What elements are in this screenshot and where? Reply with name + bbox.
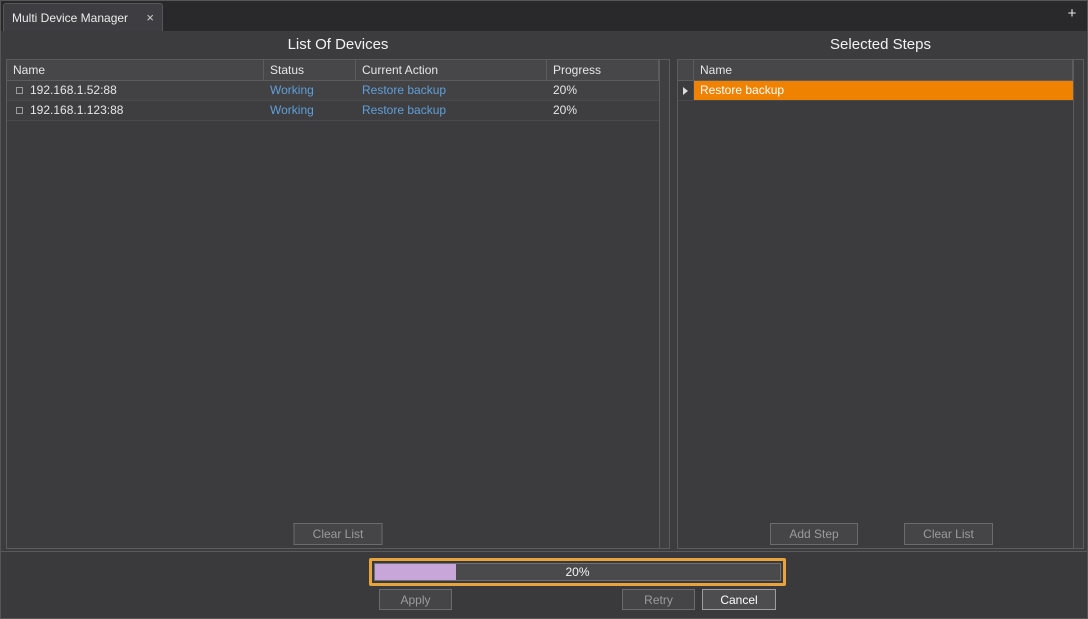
- device-row-1[interactable]: 192.168.1.52:88 Working Restore backup 2…: [7, 81, 659, 101]
- current-row-gutter: [678, 81, 694, 100]
- current-row-arrow-icon: [683, 87, 688, 95]
- devices-scrollbar[interactable]: [659, 60, 669, 548]
- steps-panel-title: Selected Steps: [677, 31, 1084, 59]
- step-name-cell: Restore backup: [694, 81, 1073, 100]
- apply-button[interactable]: Apply: [379, 589, 452, 610]
- device-name-cell: 192.168.1.52:88: [7, 81, 264, 100]
- device-name: 192.168.1.123:88: [30, 103, 123, 117]
- devices-clear-list-button[interactable]: Clear List: [294, 523, 383, 545]
- device-status-cell: Working: [264, 81, 356, 100]
- tab-title: Multi Device Manager: [12, 11, 140, 25]
- cancel-button[interactable]: Cancel: [702, 589, 776, 610]
- steps-clear-list-button[interactable]: Clear List: [904, 523, 993, 545]
- column-header-step-name[interactable]: Name: [694, 60, 1073, 80]
- devices-panel: Name Status Current Action Progress 192.…: [6, 59, 670, 549]
- device-status-cell: Working: [264, 101, 356, 120]
- column-header-status[interactable]: Status: [264, 60, 356, 80]
- multi-device-manager-window: Multi Device Manager × + List Of Devices…: [0, 0, 1088, 619]
- tab-bar: Multi Device Manager × +: [1, 1, 1087, 31]
- overall-progress-bar: 20%: [374, 563, 781, 581]
- column-header-name[interactable]: Name: [7, 60, 264, 80]
- tab-multi-device-manager[interactable]: Multi Device Manager ×: [3, 3, 163, 31]
- device-name: 192.168.1.52:88: [30, 83, 117, 97]
- retry-button[interactable]: Retry: [622, 589, 695, 610]
- new-tab-button[interactable]: +: [1063, 5, 1081, 23]
- tab-close-icon[interactable]: ×: [146, 10, 154, 25]
- footer-bar: 20% Apply Retry Cancel: [1, 551, 1087, 618]
- steps-scrollbar[interactable]: [1073, 60, 1083, 548]
- devices-table-header: Name Status Current Action Progress: [7, 60, 659, 81]
- column-header-current-action[interactable]: Current Action: [356, 60, 547, 80]
- add-step-button[interactable]: Add Step: [770, 523, 858, 545]
- device-name-cell: 192.168.1.123:88: [7, 101, 264, 120]
- device-progress-cell: 20%: [547, 101, 659, 120]
- device-progress-cell: 20%: [547, 81, 659, 100]
- row-expander-icon[interactable]: [16, 87, 23, 94]
- device-action-cell: Restore backup: [356, 101, 547, 120]
- row-expander-icon[interactable]: [16, 107, 23, 114]
- step-row-1[interactable]: Restore backup: [678, 81, 1073, 101]
- device-action-cell: Restore backup: [356, 81, 547, 100]
- steps-table-header: Name: [678, 60, 1073, 81]
- device-row-2[interactable]: 192.168.1.123:88 Working Restore backup …: [7, 101, 659, 121]
- progress-percent-label: 20%: [375, 564, 780, 580]
- steps-panel: Name Restore backup Add Step Clear List: [677, 59, 1084, 549]
- steps-header-gutter: [678, 60, 694, 80]
- column-header-progress[interactable]: Progress: [547, 60, 659, 80]
- content-area: List Of Devices Selected Steps Name Stat…: [1, 31, 1087, 551]
- devices-panel-title: List Of Devices: [6, 31, 670, 59]
- progress-highlight-outline: 20%: [369, 558, 786, 586]
